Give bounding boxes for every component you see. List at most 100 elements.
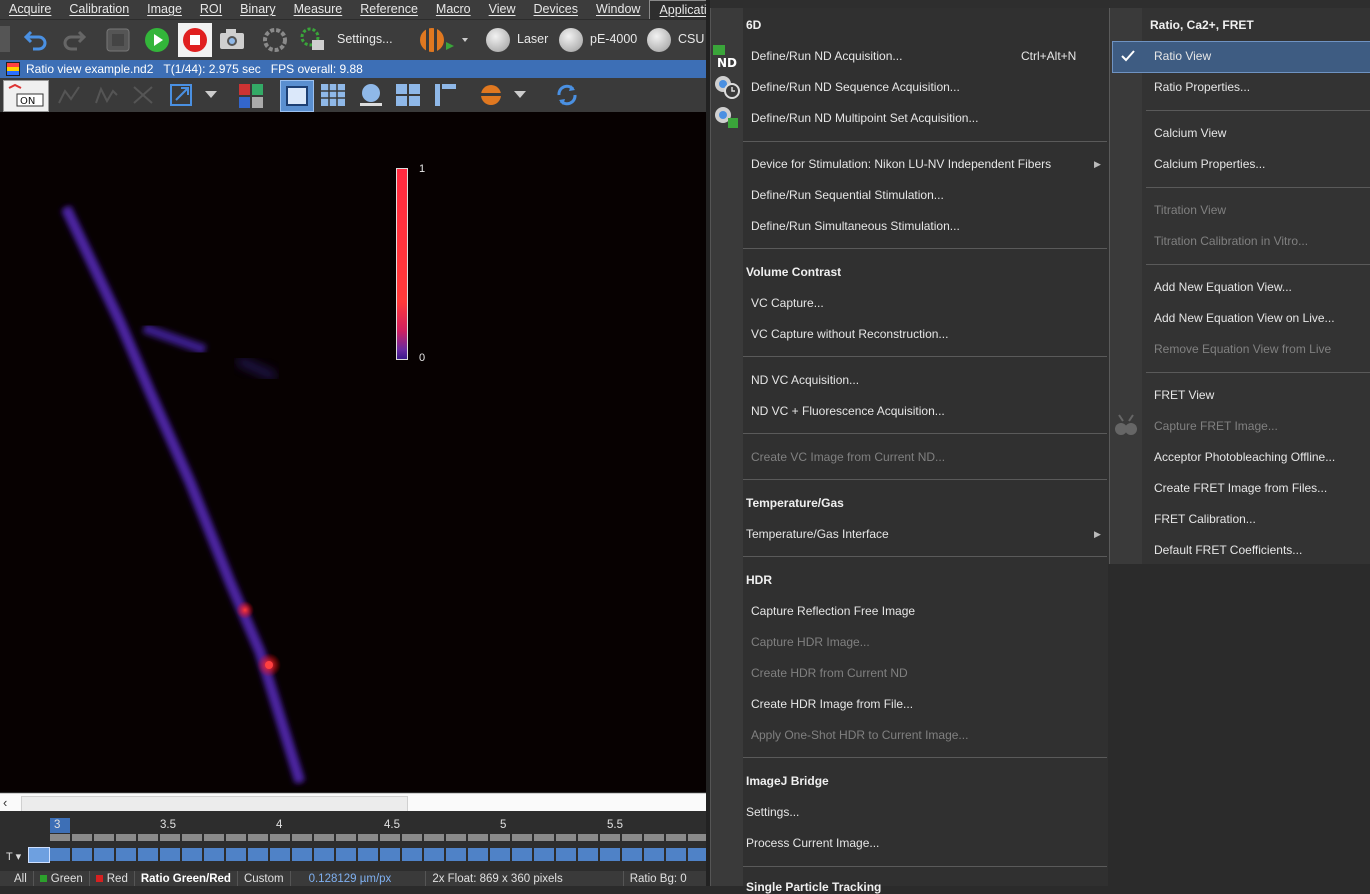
record-icon[interactable] [104,26,132,54]
menu-item-oneshot-hdr: Apply One-Shot HDR to Current Image... [751,728,969,742]
volume-render-icon[interactable] [476,81,506,109]
menu-item-imagej-process[interactable]: Process Current Image... [746,836,879,850]
menu-item-calcium-properties[interactable]: Calcium Properties... [1154,157,1265,171]
menu-window[interactable]: Window [587,0,649,19]
csu-label: CSU [678,32,705,46]
camera-settings-icon[interactable] [298,25,328,55]
menu-item-nd-sequence[interactable]: Define/Run ND Sequence Acquisition... [751,80,960,94]
scale-max-label: 1 [419,163,426,175]
settings-button[interactable]: Settings... [337,32,393,46]
menu-acquire[interactable]: Acquire [0,0,60,19]
menu-separator [743,356,1107,357]
horizontal-scrollbar[interactable]: ‹ [0,793,706,812]
autofocus-icon[interactable] [260,25,290,55]
arrow-tool-icon[interactable] [167,81,197,109]
tiled-view-icon[interactable] [318,81,348,109]
menu-roi[interactable]: ROI [191,0,231,19]
scroll-thumb[interactable] [21,796,408,812]
menu-item-calcium-view[interactable]: Calcium View [1154,126,1226,140]
channel-tab-red[interactable]: Red [90,871,135,886]
menu-item-nd-acquisition[interactable]: Define/Run ND Acquisition... [751,49,902,63]
nd-multipoint-icon [711,105,743,131]
menu-item-fret-calibration[interactable]: FRET Calibration... [1154,512,1256,526]
menu-item-imagej-settings[interactable]: Settings... [746,805,799,819]
menu-item-nd-multipoint[interactable]: Define/Run ND Multipoint Set Acquisition… [751,111,978,125]
menu-calibration[interactable]: Calibration [60,0,138,19]
play-icon[interactable] [142,25,172,55]
menu-item-ratio-view[interactable]: Ratio View [1154,49,1211,63]
menu-icon-column [1110,8,1142,564]
applications-menu: ND 6D Define/Run ND Acquisition... Ctrl+… [710,8,1109,894]
menu-view[interactable]: View [480,0,525,19]
menu-item-temperature-interface[interactable]: Temperature/Gas Interface [746,527,889,541]
crosshair-icon[interactable] [129,82,157,108]
zoom-icon[interactable] [356,81,386,109]
menu-item-default-fret-coefficients[interactable]: Default FRET Coefficients... [1154,543,1302,557]
single-view-icon[interactable] [280,80,314,112]
channel-all-label: All [14,872,27,885]
image-format-readout: 2x Float: 869 x 360 pixels [426,871,624,886]
toolbar-grip [0,26,10,52]
channel-tab-all[interactable]: All [0,871,34,886]
menu-item-vc-capture-norecon[interactable]: VC Capture without Reconstruction... [751,327,948,341]
scroll-left-icon[interactable]: ‹ [3,795,7,810]
image-canvas[interactable]: 1 0 [0,112,706,792]
chevron-down-icon[interactable] [512,88,528,102]
refresh-icon[interactable] [552,81,582,109]
menu-item-sequential-stimulation[interactable]: Define/Run Sequential Stimulation... [751,188,944,202]
pe4000-indicator-icon[interactable] [559,28,583,52]
channel-tab-ratio[interactable]: Ratio Green/Red [135,871,238,886]
camera-icon[interactable] [217,25,247,53]
frame-strip[interactable] [28,848,706,861]
ratio-view-highlight[interactable] [1112,41,1370,73]
menu-item-simultaneous-stimulation[interactable]: Define/Run Simultaneous Stimulation... [751,219,960,233]
calibration-readout[interactable]: 0.128129 µm/px [291,871,427,886]
time-slider[interactable]: 3 3.5 4 4.5 5 5.5 T ▾ [0,811,706,871]
fps-readout: FPS overall: 9.88 [270,62,363,76]
menu-item-acceptor-photobleaching[interactable]: Acceptor Photobleaching Offline... [1154,450,1335,464]
time-axis-letter: T [6,851,13,863]
green-swatch [39,875,47,882]
menu-separator [743,757,1107,758]
profile-icon[interactable] [92,82,120,108]
undo-icon[interactable] [22,25,50,53]
menu-item-reflection-free[interactable]: Capture Reflection Free Image [751,604,915,618]
menu-image[interactable]: Image [138,0,191,19]
ratio-fret-submenu: Ratio, Ca2+, FRET Ratio View Ratio Prope… [1109,8,1370,564]
menu-item-ratio-properties[interactable]: Ratio Properties... [1154,80,1250,94]
menu-item-fret-from-files[interactable]: Create FRET Image from Files... [1154,481,1327,495]
menu-item-stim-device[interactable]: Device for Stimulation: Nikon LU-NV Inde… [751,157,1051,171]
menu-item-add-equation-view-live[interactable]: Add New Equation View on Live... [1154,311,1335,325]
live-on-toggle-icon[interactable]: ON [3,80,49,112]
menu-item-add-equation-view[interactable]: Add New Equation View... [1154,280,1292,294]
menu-macro[interactable]: Macro [427,0,480,19]
menu-binary[interactable]: Binary [231,0,284,19]
slice-view-icon[interactable] [430,81,460,109]
redo-icon[interactable] [60,25,88,53]
menu-reference[interactable]: Reference [351,0,427,19]
status-bar: All Green Red Ratio Green/Red Custom 0.1… [0,871,706,886]
graph-icon[interactable] [55,82,83,108]
submenu-header: Ratio, Ca2+, FRET [1150,18,1254,32]
menu-item-nd-vc[interactable]: ND VC Acquisition... [751,373,859,387]
tick-label: 5.5 [607,819,623,831]
menu-item-hdr-from-file[interactable]: Create HDR Image from File... [751,697,913,711]
lut-icon[interactable] [236,81,266,109]
svg-text:ND: ND [717,56,737,70]
laser-indicator-icon[interactable] [486,28,510,52]
image-toolbar: ON [0,78,706,112]
channel-tab-green[interactable]: Green [34,871,90,886]
stop-icon[interactable] [178,23,212,57]
section-imagej-bridge: ImageJ Bridge [746,774,829,788]
light-path-icon[interactable] [410,23,470,57]
menu-item-vc-capture[interactable]: VC Capture... [751,296,824,310]
channel-tab-custom[interactable]: Custom [238,871,291,886]
csu-indicator-icon[interactable] [647,28,671,52]
menu-item-nd-vc-fluorescence[interactable]: ND VC + Fluorescence Acquisition... [751,404,945,418]
menu-devices[interactable]: Devices [525,0,587,19]
menu-item-fret-view[interactable]: FRET View [1154,388,1214,402]
quad-view-icon[interactable] [393,81,423,109]
menu-measure[interactable]: Measure [285,0,352,19]
chevron-down-icon[interactable] [203,88,219,102]
current-frame-marker[interactable] [28,847,50,863]
